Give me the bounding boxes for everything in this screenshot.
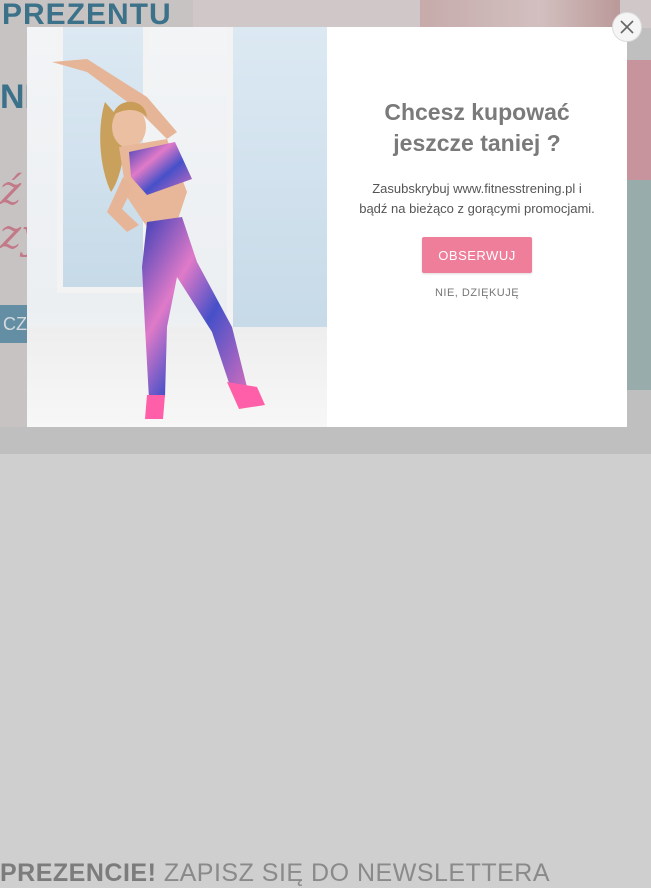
close-button[interactable] xyxy=(612,12,642,42)
background-footer-text: PREZENCIE! ZAPISZ SIĘ DO NEWSLETTERA xyxy=(0,859,550,888)
popup-content: Chcesz kupować jeszcze taniej ? Zasubskr… xyxy=(327,27,627,427)
footer-bold: PREZENCIE! xyxy=(0,859,157,887)
footer-rest: ZAPISZ SIĘ DO NEWSLETTERA xyxy=(156,859,551,887)
woman-stretching-image xyxy=(52,59,265,419)
popup-title: Chcesz kupować jeszcze taniej ? xyxy=(384,99,570,156)
close-icon xyxy=(620,20,634,34)
newsletter-popup: Chcesz kupować jeszcze taniej ? Zasubskr… xyxy=(27,27,627,427)
fitness-photo xyxy=(27,27,327,427)
popup-description: Zasubskrybuj www.fitnesstrening.pl i bąd… xyxy=(359,181,595,216)
decline-link[interactable]: NIE, DZIĘKUJĘ xyxy=(435,287,519,299)
subscribe-button[interactable]: OBSERWUJ xyxy=(422,237,532,273)
